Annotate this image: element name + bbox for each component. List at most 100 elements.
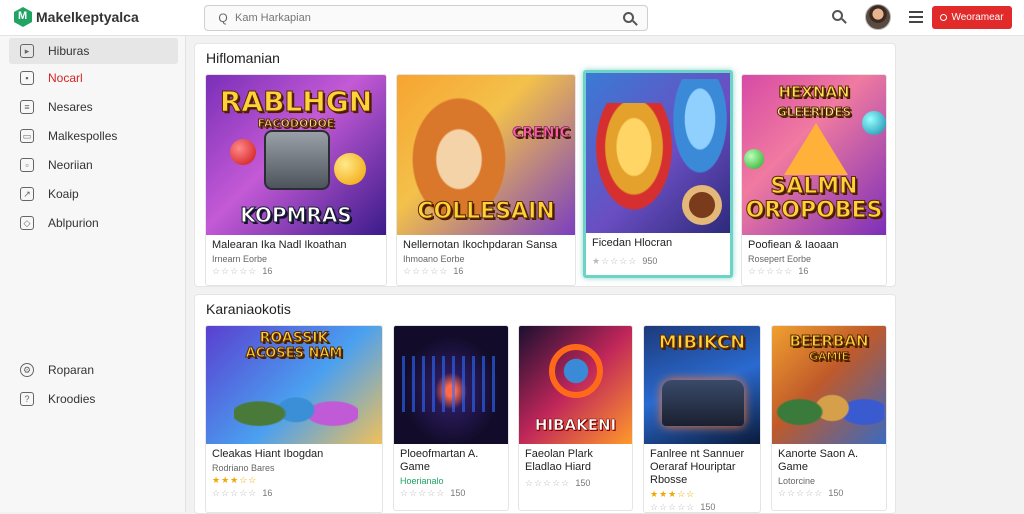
vehicle-figure (662, 380, 744, 426)
game-artwork: ROASSIK ACOSES NAM (206, 326, 382, 444)
game-title: Poofiean & Iaoaan (748, 239, 839, 251)
orb-figure (862, 111, 886, 135)
orb-figure (744, 149, 764, 169)
sidebar-item-label: Neoriian (48, 158, 93, 172)
game-title: Nellernotan Ikochpdaran Sansa (403, 239, 558, 251)
sidebar: ▸ Hiburas ▪ Nocarl ≡ Nesares ▭ Malkespol… (0, 36, 186, 512)
game-publisher: Hoerianalo (400, 476, 444, 486)
sidebar-item-help[interactable]: ? Kroodies (9, 386, 178, 412)
game-publisher: Lotorcine (778, 476, 816, 486)
artwork-title: ROASSIK (259, 330, 329, 347)
rating-stars: ☆☆☆☆☆ 150 (519, 478, 632, 489)
artwork-subtitle: ACOSES NAM (245, 346, 343, 362)
rating-value: ☆☆☆☆☆ (778, 488, 824, 498)
sidebar-item-label: Roparan (48, 363, 95, 377)
sidebar-item-library[interactable]: ▭ Malkespolles (9, 123, 178, 149)
rating-count: 16 (262, 488, 273, 498)
sidebar-item-box[interactable]: ↗ Koaip (9, 181, 178, 207)
tunnel-figure (402, 356, 502, 412)
game-card-selected[interactable]: Ficedan Hlocran ★☆☆☆☆ 950 (583, 70, 733, 278)
game-card[interactable]: HIBAKENI Faeolan Plark Eladlao Hiard ☆☆☆… (518, 325, 633, 511)
game-title: Fanlree nt Sannuer Oeraraf Houriptar Rbo… (650, 448, 745, 486)
menu-icon[interactable] (909, 11, 923, 23)
sidebar-item-label: Nocarl (48, 71, 83, 85)
game-card[interactable]: CRENIC COLLESAIN Nellernotan Ikochpdaran… (396, 74, 576, 286)
header-action-button[interactable]: Weoramear (932, 6, 1012, 29)
store-icon: ▸ (20, 44, 34, 58)
rating-count: 150 (700, 502, 716, 512)
rating-value: ☆☆☆☆☆ (748, 266, 794, 276)
sidebar-item-settings[interactable]: ⚙ Roparan (9, 357, 178, 383)
game-artwork: HIBAKENI (519, 326, 632, 444)
rating-count: 950 (642, 256, 658, 266)
rating-stars: ☆☆☆☆☆ 16 (397, 266, 575, 277)
game-artwork: CRENIC COLLESAIN (397, 75, 575, 235)
bear-figure (594, 103, 674, 213)
game-publisher: Rodriano Bares (212, 463, 275, 473)
search-input[interactable] (235, 12, 615, 24)
header-action-label: Weoramear (951, 12, 1004, 23)
game-card[interactable]: ROASSIK ACOSES NAM Cleakas Hiant Ibogdan… (205, 325, 383, 513)
rating-stars-secondary: ☆☆☆☆☆ 16 (206, 488, 382, 499)
rating-value: ★★★☆☆ (650, 489, 696, 499)
game-card[interactable]: BEERBAN GAMIE Kanorte Saon A. Game Lotor… (771, 325, 887, 511)
game-artwork: MIBIKCN (644, 326, 760, 444)
game-artwork: HEXNAN GLEERIDES SALMN OROPOBES (742, 75, 886, 235)
sidebar-item-clock[interactable]: ▫ Neoriian (9, 152, 178, 178)
rating-value: ☆☆☆☆☆ (650, 502, 696, 512)
lemon-figure (334, 153, 366, 185)
avatar[interactable] (865, 4, 891, 30)
game-card[interactable]: HEXNAN GLEERIDES SALMN OROPOBES Poofiean… (741, 74, 887, 286)
game-title: Ploeofmartan A. Game (400, 448, 479, 473)
rating-stars: ★☆☆☆☆ 950 (586, 256, 730, 267)
sidebar-item-tag[interactable]: ◇ Ablpurion (9, 210, 178, 236)
rating-value: ☆☆☆☆☆ (525, 478, 571, 488)
sidebar-item-store[interactable]: ▸ Hiburas (9, 38, 178, 64)
game-artwork: RABLHGN FACODODOE KOPMRAS (206, 75, 386, 235)
rating-value: ★★★☆☆ (212, 475, 258, 485)
rating-stars: ☆☆☆☆☆ 16 (206, 266, 386, 277)
hero-figures (776, 364, 884, 444)
category-section: Karaniaokotis ROASSIK ACOSES NAM Cleakas… (194, 294, 896, 514)
sidebar-item-list[interactable]: ≡ Nesares (9, 94, 178, 120)
blue-bear-figure (670, 79, 730, 179)
rating-value: ☆☆☆☆☆ (212, 488, 258, 498)
ring-figure (549, 344, 603, 398)
user-icon (940, 14, 948, 21)
game-publisher: Rosepert Eorbe (748, 254, 812, 264)
app-logo[interactable]: Makelkeptyalca (14, 7, 139, 27)
rating-stars: ★★★☆☆ (644, 489, 760, 500)
section-title: Hiflomanian (206, 50, 280, 66)
sidebar-item-label: Nesares (48, 100, 93, 114)
game-publisher: Ihmoano Eorbe (403, 254, 465, 264)
artwork-subtitle: GAMIE (808, 350, 850, 364)
game-publisher: Irnearn Eorbe (212, 254, 268, 264)
rating-value: ☆☆☆☆☆ (212, 266, 258, 276)
bowl-figure (682, 185, 722, 225)
logo-icon (14, 7, 32, 27)
app-name: Makelkeptyalca (36, 9, 139, 25)
header-search-icon[interactable] (832, 10, 843, 21)
game-card[interactable]: Ploeofmartan A. Game Hoerianalo ☆☆☆☆☆ 150 (393, 325, 509, 511)
sidebar-item-news[interactable]: ▪ Nocarl (9, 65, 178, 91)
box-icon: ↗ (20, 187, 34, 201)
artwork-title: BEERBAN (789, 332, 869, 351)
artwork-title: RABLHGN (219, 85, 373, 119)
cat-figure (407, 91, 511, 215)
robot-figure (264, 130, 330, 190)
hero-figures (234, 368, 358, 444)
search-bar[interactable]: Q (204, 5, 648, 31)
rating-count: 16 (453, 266, 464, 276)
artwork-caption: SALMN OROPOBES (745, 174, 883, 223)
artwork-caption: HIBAKENI (534, 416, 617, 435)
game-title: Cleakas Hiant Ibogdan (212, 448, 324, 460)
rating-value: ★☆☆☆☆ (592, 256, 638, 266)
sidebar-item-label: Ablpurion (48, 216, 99, 230)
game-card[interactable]: MIBIKCN Fanlree nt Sannuer Oeraraf Houri… (643, 325, 761, 513)
sidebar-item-label: Kroodies (48, 392, 96, 406)
rating-stars: ☆☆☆☆☆ 16 (742, 266, 886, 277)
search-icon[interactable] (623, 10, 639, 26)
game-card[interactable]: RABLHGN FACODODOE KOPMRAS Malearan Ika N… (205, 74, 387, 286)
rating-count: 150 (828, 488, 844, 498)
artwork-title: HEXNAN (778, 83, 850, 102)
